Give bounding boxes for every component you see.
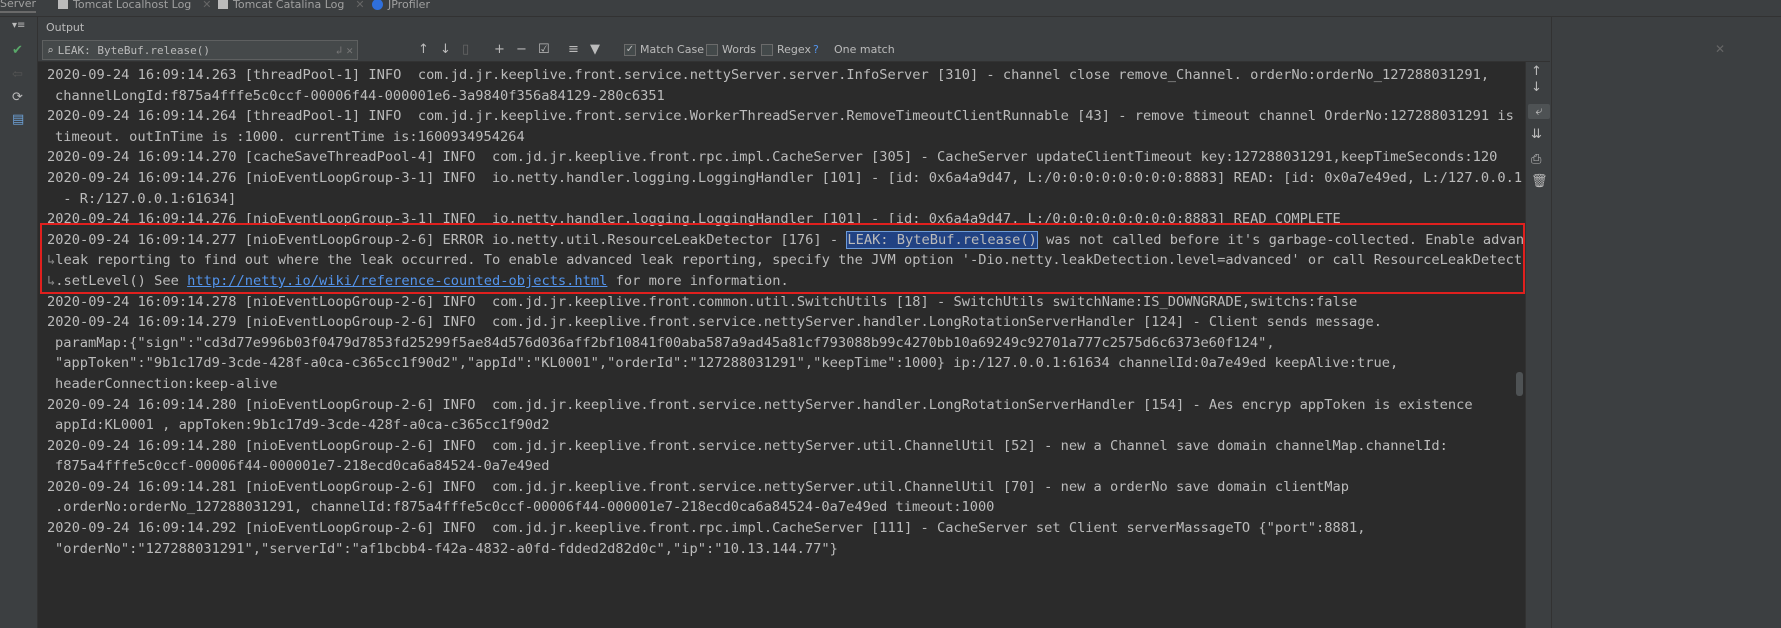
log-icon — [218, 0, 228, 9]
output-header: Output — [46, 21, 85, 34]
trash-icon[interactable]: 🗑 — [1531, 174, 1548, 189]
log-line-continuation: f875a4fffe5c0ccf-00006f44-000001e7-218ec… — [55, 458, 550, 475]
select-all-occurrences-icon[interactable]: ☑ — [538, 42, 550, 57]
new-line-icon[interactable]: ↲ — [336, 44, 343, 57]
filter-icon[interactable]: ▼ — [590, 42, 600, 57]
log-icon — [58, 0, 68, 9]
log-line-continuation: .orderNo:orderNo_127288031291, channelId… — [55, 499, 995, 516]
log-line: 2020-09-24 16:09:14.276 [nioEventLoopGro… — [47, 211, 1341, 228]
log-line-continuation: timeout. outInTime is :1000. currentTime… — [55, 128, 525, 145]
divider — [1551, 17, 1552, 628]
regex-checkbox[interactable]: Regex — [761, 43, 811, 56]
error-line: 2020-09-24 16:09:14.277 [nioEventLoopGro… — [38, 230, 1525, 251]
tab-jprofiler[interactable]: JProfiler — [372, 0, 430, 13]
back-icon[interactable]: ⇦ — [12, 67, 23, 82]
remove-occurrence-icon[interactable]: − — [516, 42, 527, 57]
search-bar: ⌕ LEAK: ByteBuf.release() ↲ ✕ ↑ ↓ ▯ + − … — [38, 38, 1550, 62]
words-checkbox[interactable]: Words — [706, 43, 756, 56]
close-search-icon[interactable]: ✕ — [1715, 42, 1725, 56]
scroll-to-end-icon[interactable]: ⇊ — [1531, 127, 1542, 142]
search-match-highlight: LEAK: ByteBuf.release() — [846, 230, 1038, 249]
log-line: 2020-09-24 16:09:14.281 [nioEventLoopGro… — [47, 478, 1350, 495]
checkbox-icon — [761, 43, 773, 56]
soft-wrap-icon: ↳ — [47, 272, 56, 289]
jprofiler-icon — [372, 0, 383, 10]
add-occurrence-icon[interactable]: + — [494, 42, 505, 57]
layout-icon[interactable]: ▾≡ — [12, 20, 25, 31]
deploy-icon[interactable]: ✔ — [12, 43, 23, 58]
log-line: 2020-09-24 16:09:14.278 [nioEventLoopGro… — [47, 293, 1358, 310]
clear-icon[interactable]: ✕ — [346, 44, 353, 57]
log-line-continuation: "appToken":"9b1c17d9-3cde-428f-a0ca-c365… — [55, 355, 1399, 372]
filter-lines-icon[interactable]: ≡ — [568, 42, 579, 57]
log-line-continuation: paramMap:{"sign":"cd3d77e996b03f0479d785… — [55, 334, 1275, 351]
log-line-continuation: channelLongId:f875a4fffe5c0ccf-00006f44-… — [55, 87, 665, 104]
log-line: 2020-09-24 16:09:14.279 [nioEventLoopGro… — [47, 314, 1382, 331]
error-line-continuation: ↳leak reporting to find out where the le… — [38, 250, 1525, 271]
log-line: 2020-09-24 16:09:14.264 [threadPool-1] I… — [47, 108, 1514, 125]
reference-link[interactable]: http://netty.io/wiki/reference-counted-o… — [187, 273, 607, 289]
vertical-scrollbar[interactable] — [1516, 372, 1523, 396]
tool-window-tabs: Server Tomcat Localhost Log ✕ Tomcat Cata… — [0, 0, 1781, 17]
close-icon[interactable]: ✕ — [202, 0, 211, 11]
error-text: 2020-09-24 16:09:14.277 [nioEventLoopGro… — [47, 231, 847, 248]
down-arrow-icon[interactable]: ↓ — [1531, 80, 1542, 95]
log-line: 2020-09-24 16:09:14.276 [nioEventLoopGro… — [47, 169, 1525, 186]
log-line: 2020-09-24 16:09:14.270 [cacheSaveThread… — [47, 149, 1498, 166]
log-line-continuation: headerConnection:keep-alive — [55, 375, 278, 392]
log-line: 2020-09-24 16:09:14.280 [nioEventLoopGro… — [47, 396, 1473, 413]
tab-tomcat-localhost-log[interactable]: Tomcat Localhost Log ✕ — [58, 0, 212, 13]
checkbox-icon — [706, 43, 718, 56]
soft-wrap-icon: ↳ — [47, 252, 56, 269]
error-line-continuation: ↳.setLevel() See http://netty.io/wiki/re… — [38, 271, 1525, 292]
tab-server[interactable]: Server — [0, 0, 37, 13]
log-line: 2020-09-24 16:09:14.263 [threadPool-1] I… — [47, 67, 1490, 83]
next-occurrence-icon[interactable]: ↓ — [440, 42, 451, 57]
regex-help-link[interactable]: ? — [813, 43, 819, 56]
log-line-continuation: "orderNo":"127288031291","serverId":"af1… — [55, 540, 838, 557]
log-line: 2020-09-24 16:09:14.292 [nioEventLoopGro… — [47, 520, 1366, 537]
left-toolbar: ▾≡ ✔ ⇦ ⟳ ▤ — [0, 17, 38, 628]
log-line: 2020-09-24 16:09:14.280 [nioEventLoopGro… — [47, 437, 1448, 454]
error-text: for more information. — [607, 272, 789, 289]
previous-occurrence-icon[interactable]: ↑ — [418, 42, 429, 57]
print-icon[interactable]: ⎙ — [1531, 152, 1541, 167]
checkbox-checked-icon: ✓ — [624, 43, 636, 56]
up-arrow-icon[interactable]: ↑ — [1531, 64, 1542, 79]
soft-wrap-icon[interactable]: ⤶ — [1528, 104, 1550, 119]
refresh-icon[interactable]: ⟳ — [12, 90, 23, 105]
log-line-continuation: appId:KL0001 , appToken:9b1c17d9-3cde-42… — [55, 417, 550, 434]
search-input[interactable]: ⌕ LEAK: ByteBuf.release() ↲ ✕ — [42, 40, 358, 60]
error-text: leak reporting to find out where the lea… — [55, 252, 1525, 269]
search-icon: ⌕ — [47, 43, 54, 57]
select-all-icon[interactable]: ▯ — [462, 42, 469, 57]
close-icon[interactable]: ✕ — [355, 0, 364, 11]
match-count: One match — [834, 43, 895, 56]
tab-tomcat-catalina-log[interactable]: Tomcat Catalina Log ✕ — [218, 0, 365, 13]
log-line-continuation: - R:/127.0.0.1:61634] — [55, 190, 237, 207]
match-case-checkbox[interactable]: ✓ Match Case — [624, 43, 704, 56]
dump-icon[interactable]: ▤ — [12, 112, 24, 127]
error-text: .setLevel() See — [55, 272, 188, 289]
right-toolbar: ↑ ↓ ⤶ ⇊ ⎙ 🗑 — [1525, 62, 1551, 628]
console-output[interactable]: 2020-09-24 16:09:14.263 [threadPool-1] I… — [38, 62, 1525, 628]
error-text: was not called before it's garbage-colle… — [1037, 231, 1525, 248]
